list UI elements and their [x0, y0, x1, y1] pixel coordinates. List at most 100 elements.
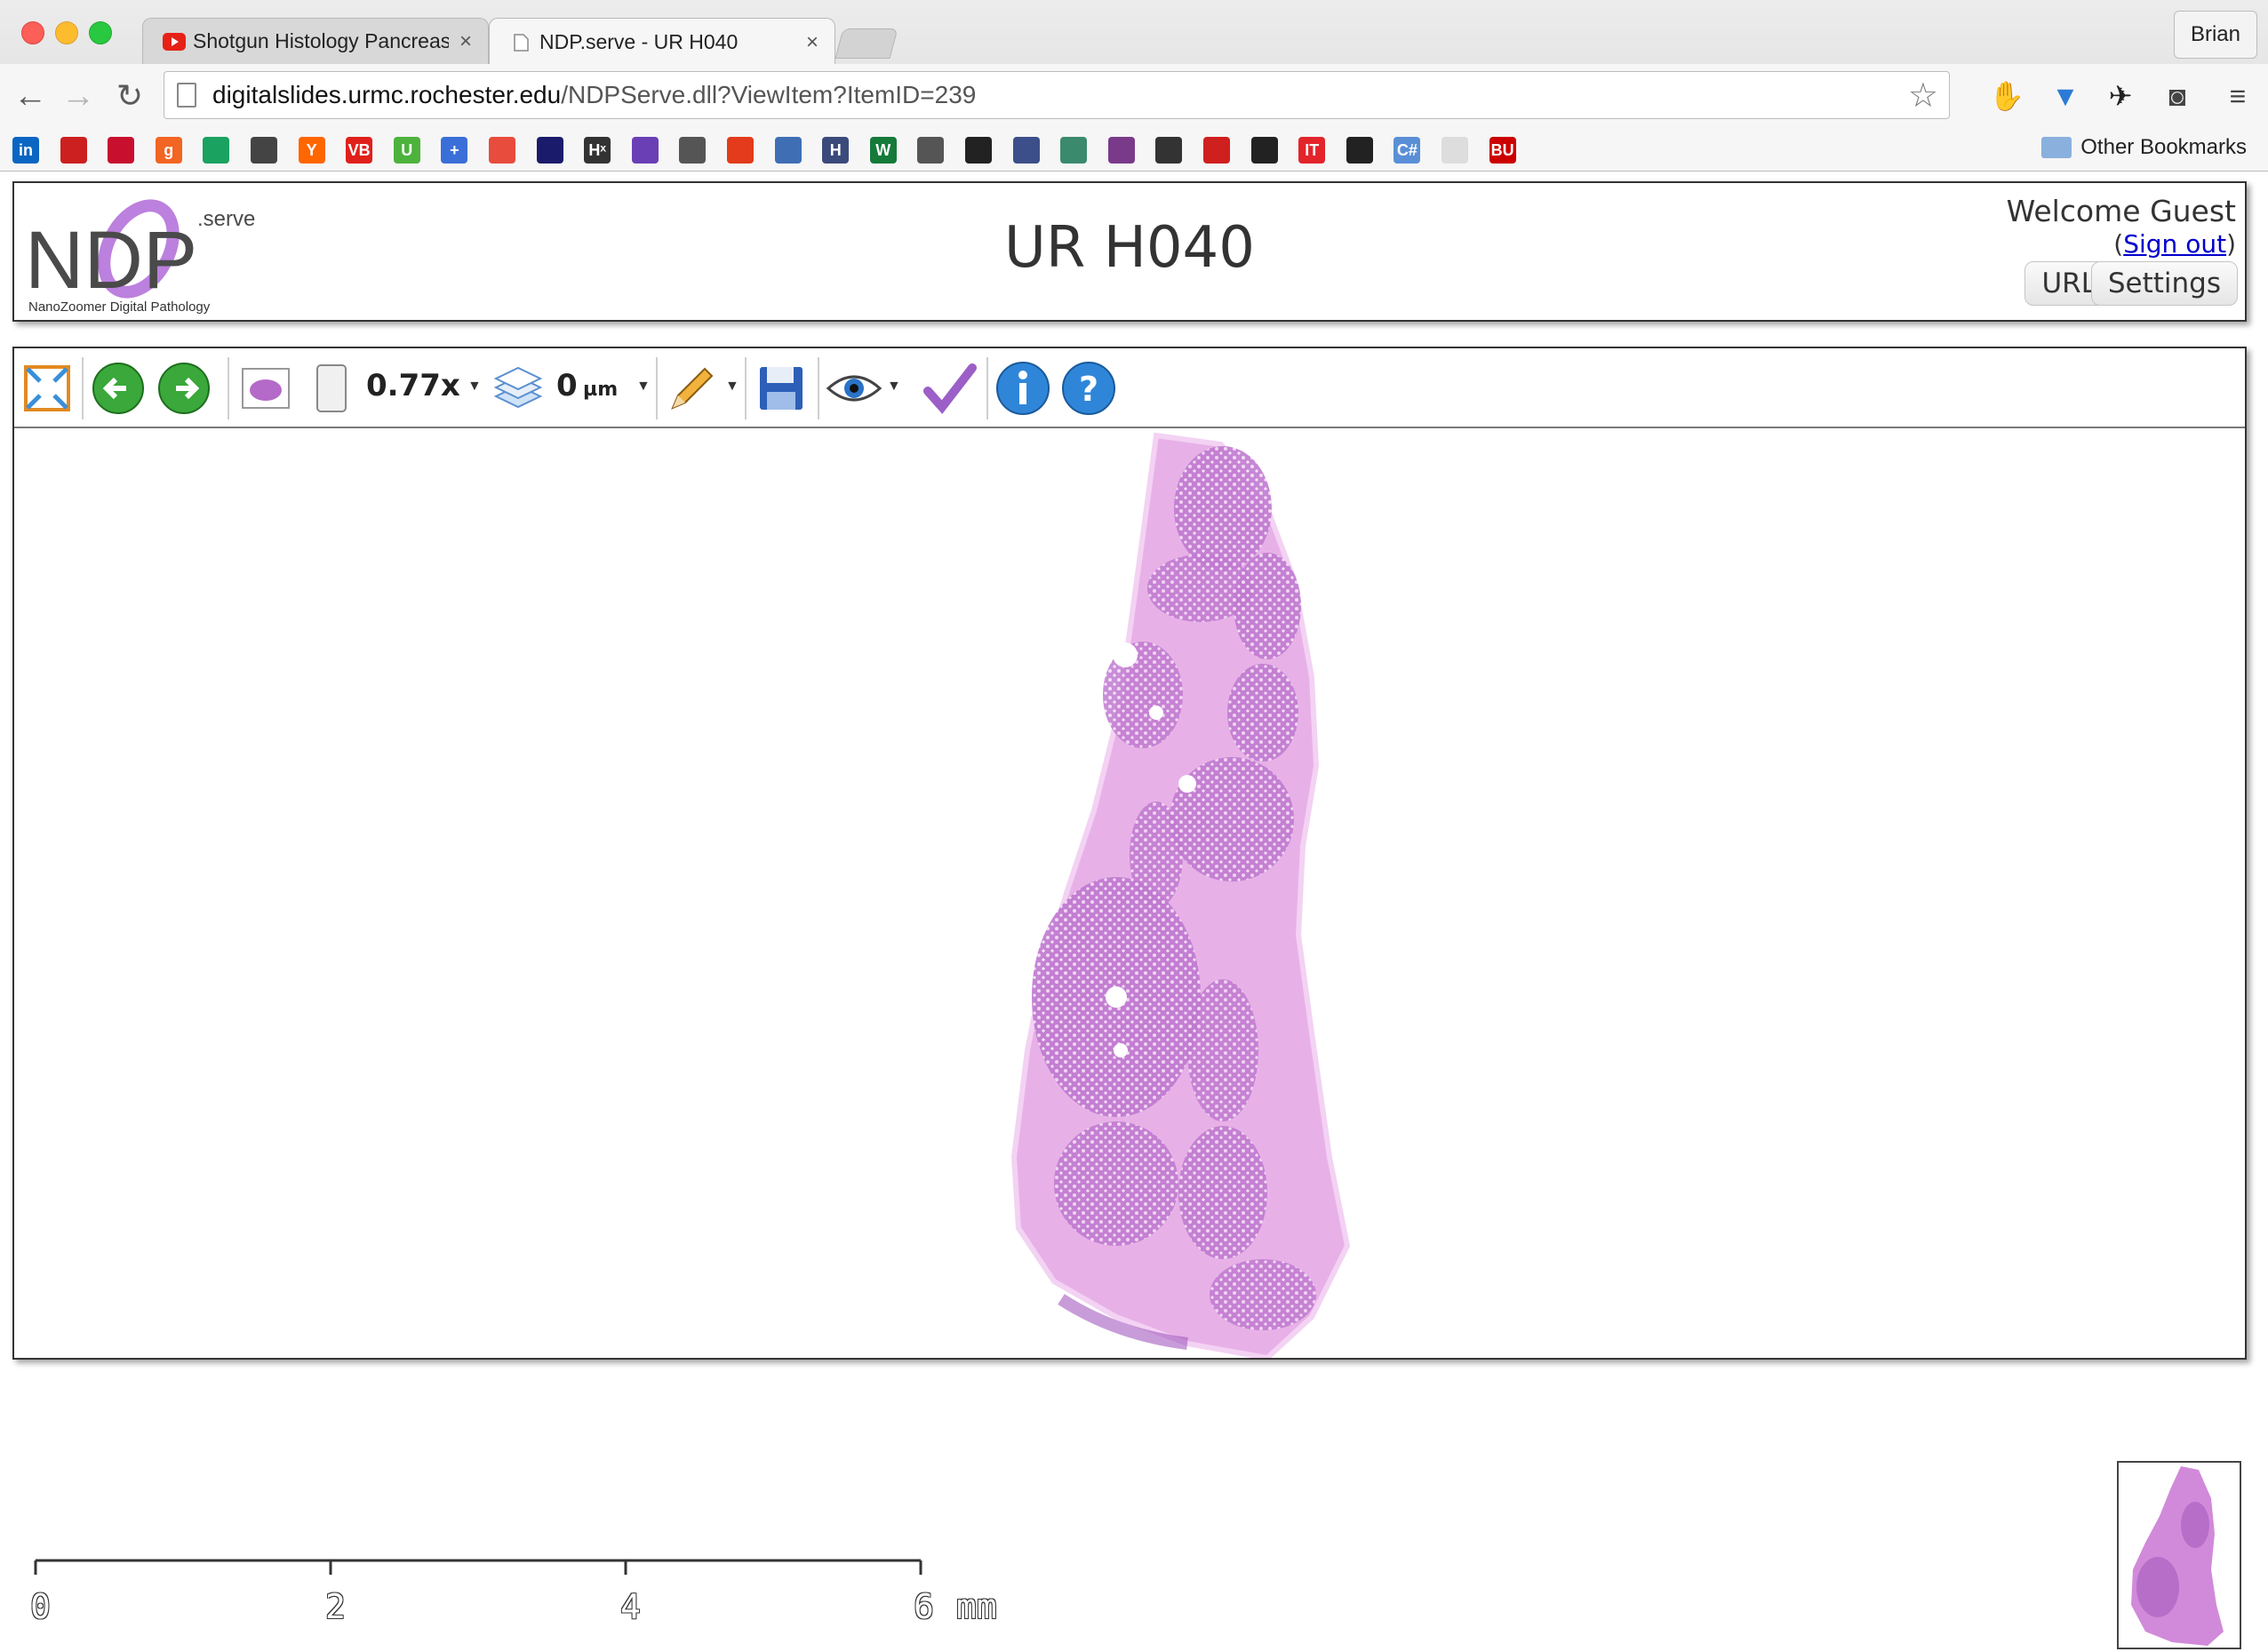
menu-icon[interactable]: ≡ [2218, 76, 2257, 116]
scale-tick-label: 4 [620, 1587, 641, 1626]
youtube-icon [163, 32, 186, 51]
signout-wrapper: (Sign out) [2113, 229, 2236, 259]
window-close-button[interactable] [21, 21, 44, 44]
dark-icon[interactable] [1250, 137, 1278, 164]
focus-layers-icon[interactable] [489, 359, 547, 418]
bookmark-star-icon[interactable]: ☆ [1908, 76, 1938, 116]
browser-chrome: Shotgun Histology Pancreas × NDP.serve -… [0, 0, 2268, 172]
folder-icon [2041, 137, 2072, 158]
checkmark-icon[interactable] [921, 359, 979, 418]
scale-unit-label: mm [956, 1587, 997, 1626]
scale-tick-label: 6 [914, 1587, 934, 1626]
viewer-toolbar: 0.77x ▼ 0 µm ▼ ▼ ▼ ? [14, 348, 2245, 428]
help-icon[interactable]: ? [1059, 359, 1118, 418]
overview-thumbnail[interactable] [2117, 1461, 2241, 1649]
bookmark-red-icon[interactable] [60, 137, 87, 164]
zoom-level[interactable]: 0.77x [366, 368, 460, 403]
welcome-text: Welcome Guest [2006, 194, 2236, 228]
u-icon[interactable]: U [393, 137, 420, 164]
zoom-dropdown-caret[interactable]: ▼ [467, 379, 482, 395]
slide-title: UR H040 [1004, 215, 1255, 281]
back-view-icon[interactable] [89, 359, 148, 418]
bu-icon[interactable]: BU [1489, 137, 1516, 164]
new-tab-button[interactable] [835, 28, 898, 59]
browser-toolbar: ← → ↻ digitalslides.urmc.rochester.edu/N… [0, 64, 2268, 129]
tab-title: Shotgun Histology Pancreas [193, 29, 449, 52]
focus-dropdown-caret[interactable]: ▼ [636, 379, 651, 395]
appress-icon[interactable] [679, 137, 707, 164]
slide-viewer: 0.77x ▼ 0 µm ▼ ▼ ▼ ? 0 2 4 6 mm [12, 347, 2247, 1649]
bookmarks-bar: in g Y VB U + Hˣ H W IT C# BU Other Bookmarks [0, 128, 2268, 171]
window-maximize-button[interactable] [89, 21, 112, 44]
bank-icon[interactable] [108, 137, 135, 164]
annotate-pencil-icon[interactable] [663, 359, 722, 418]
sign-out-link[interactable]: Sign out [2123, 229, 2226, 259]
address-bar[interactable]: digitalslides.urmc.rochester.edu/NDPServ… [164, 71, 1950, 119]
github-icon[interactable] [1346, 137, 1373, 164]
url-path: /NDPServe.dll?ViewItem?ItemID=239 [561, 81, 977, 108]
bowtie-icon[interactable] [965, 137, 992, 164]
logo-subtitle: NanoZoomer Digital Pathology [28, 299, 211, 315]
fit-to-window-icon[interactable] [18, 359, 76, 418]
database-icon[interactable] [774, 137, 802, 164]
tab-close-icon[interactable]: × [459, 29, 472, 54]
tab-close-icon[interactable]: × [806, 30, 819, 55]
h-icon[interactable]: H [822, 137, 850, 164]
chain-icon[interactable] [917, 137, 945, 164]
linkedin-icon[interactable]: in [12, 137, 39, 164]
shield-y-icon[interactable]: ▼ [2046, 76, 2085, 116]
settings-button[interactable]: Settings [2090, 261, 2238, 306]
w-icon[interactable]: W [869, 137, 897, 164]
scale-tick-label: 2 [325, 1587, 346, 1626]
dots-icon[interactable] [631, 137, 659, 164]
tab-youtube[interactable]: Shotgun Histology Pancreas × [142, 18, 489, 64]
forward-view-icon[interactable] [155, 359, 213, 418]
blank-page-icon[interactable] [1441, 137, 1468, 164]
reload-icon[interactable]: ↻ [108, 75, 151, 117]
url-host: digitalslides.urmc.rochester.edu [212, 81, 562, 108]
pinwheel-icon[interactable] [489, 137, 515, 164]
scale-tick-label: 0 [30, 1587, 51, 1626]
ycombinator-icon[interactable]: Y [298, 137, 325, 164]
hx-icon[interactable]: Hˣ [584, 137, 611, 164]
focus-value: 0 [556, 368, 578, 403]
it-icon[interactable]: IT [1298, 137, 1326, 164]
annotate-dropdown-caret[interactable]: ▼ [725, 379, 739, 395]
g-icon[interactable]: g [155, 137, 182, 164]
slide-label-icon[interactable] [302, 359, 361, 418]
flower-icon[interactable] [1012, 137, 1040, 164]
tab-title: NDP.serve - UR H040 [539, 30, 739, 53]
window-minimize-button[interactable] [55, 21, 78, 44]
slide-thumbnail-icon[interactable] [236, 359, 295, 418]
tomato-icon[interactable] [727, 137, 754, 164]
feather-icon[interactable] [1107, 137, 1135, 164]
visibility-dropdown-caret[interactable]: ▼ [887, 379, 901, 395]
ndp-header: NDP .serve NanoZoomer Digital Pathology … [12, 181, 2247, 322]
lines-icon[interactable] [1155, 137, 1183, 164]
extension-bird-icon[interactable]: ✈ [2101, 76, 2140, 116]
tab-ndpserve[interactable]: NDP.serve - UR H040 × [489, 18, 835, 66]
scale-bar [34, 1559, 922, 1575]
save-disk-icon[interactable] [752, 359, 811, 418]
news-icon[interactable] [251, 137, 277, 164]
back-arrow-icon[interactable]: ← [9, 75, 52, 117]
slide-canvas[interactable] [14, 428, 2245, 1358]
page-icon [514, 33, 529, 52]
tissue-section-image [1010, 432, 1351, 1358]
molecule-icon[interactable] [1060, 137, 1088, 164]
plus-icon[interactable]: + [441, 137, 468, 164]
profile-button[interactable]: Brian [2173, 11, 2257, 59]
vb-icon[interactable]: VB [346, 137, 373, 164]
visibility-eye-icon[interactable] [825, 359, 883, 418]
grid-icon[interactable] [536, 137, 563, 164]
forward-arrow-icon[interactable]: → [57, 75, 100, 117]
pocket-icon[interactable]: ◙ [2158, 76, 2197, 116]
other-bookmarks-folder[interactable]: Other Bookmarks [2041, 135, 2247, 160]
other-bookmarks-label: Other Bookmarks [2080, 135, 2247, 159]
info-icon[interactable] [994, 359, 1052, 418]
csharp-icon[interactable]: C# [1394, 137, 1421, 164]
bars-icon[interactable] [1203, 137, 1230, 164]
adblock-hand-icon[interactable]: ✋ [1987, 76, 2026, 116]
page-icon [177, 83, 196, 108]
m-icon[interactable] [203, 137, 230, 164]
